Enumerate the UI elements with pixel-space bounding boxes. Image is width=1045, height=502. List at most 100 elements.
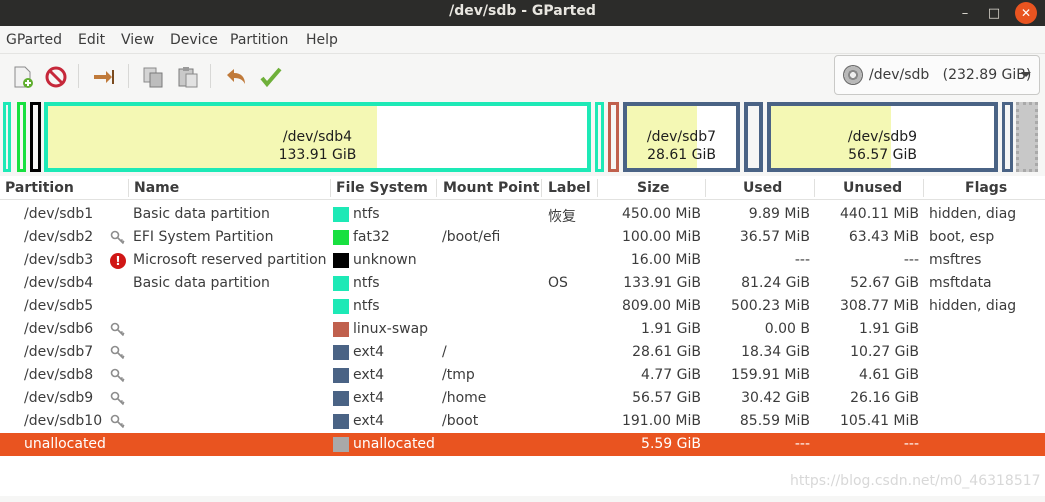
cell-unused: 308.77 MiB: [839, 298, 919, 314]
cell-unused: 26.16 GiB: [850, 390, 919, 406]
copy-icon[interactable]: [140, 64, 166, 90]
harddisk-icon: [843, 65, 863, 85]
toolbar-separator: [128, 64, 129, 88]
diskmap-sdb2[interactable]: [17, 102, 26, 172]
table-row[interactable]: /dev/sdb6 linux-swap 1.91 GiB 0.00 B 1.91 Gi…: [0, 318, 1045, 341]
close-button[interactable]: ✕: [1015, 2, 1037, 24]
filesystem-color-swatch: [333, 299, 349, 314]
key-icon: [110, 368, 125, 383]
cell-size: 100.00 MiB: [621, 229, 701, 245]
cell-partition: /dev/sdb2: [24, 229, 94, 245]
cell-used: 30.42 GiB: [741, 390, 810, 406]
column-label[interactable]: Label: [548, 180, 591, 196]
device-label: /dev/sdb (232.89 GiB): [869, 67, 1032, 83]
cell-flags: hidden, diag: [929, 206, 1017, 222]
column-divider: [814, 179, 815, 197]
cell-size: 16.00 MiB: [630, 252, 701, 268]
device-selector[interactable]: /dev/sdb (232.89 GiB): [834, 55, 1040, 95]
cell-used: 18.34 GiB: [741, 344, 810, 360]
column-name[interactable]: Name: [134, 180, 179, 196]
column-mountpoint[interactable]: Mount Point: [443, 180, 539, 196]
diskmap-sdb6[interactable]: [608, 102, 619, 172]
key-icon: [110, 322, 125, 337]
cell-unused: 63.43 MiB: [848, 229, 919, 245]
filesystem-color-swatch: [333, 230, 349, 245]
window-title: /dev/sdb - GParted: [449, 3, 596, 19]
delete-icon[interactable]: [43, 64, 69, 90]
toolbar-separator: [78, 64, 79, 88]
column-flags[interactable]: Flags: [965, 180, 1007, 196]
filesystem-color-swatch: [333, 322, 349, 337]
table-row[interactable]: /dev/sdb1 Basic data partition ntfs 恢复 450.0…: [0, 203, 1045, 226]
cell-name: Basic data partition: [133, 206, 270, 222]
diskmap-sdb10[interactable]: [1002, 102, 1013, 172]
diskmap-sdb9-label: /dev/sdb9 56.57 GiB: [847, 129, 918, 163]
menu-view[interactable]: View: [121, 32, 154, 48]
diskmap-sdb7[interactable]: /dev/sdb7 28.61 GiB: [623, 102, 740, 172]
cell-size: 28.61 GiB: [632, 344, 701, 360]
table-row[interactable]: /dev/sdb10 ext4/boot 191.00 MiB 85.59 MiB 10…: [0, 410, 1045, 433]
column-unused[interactable]: Unused: [843, 180, 902, 196]
table-header: Partition Name File System Mount Point L…: [0, 176, 1045, 200]
resize-move-icon[interactable]: [91, 64, 117, 90]
diskmap-sdb5[interactable]: [595, 102, 604, 172]
diskmap-unallocated[interactable]: [1016, 102, 1038, 172]
filesystem-color-swatch: [333, 368, 349, 383]
filesystem-color-swatch: [333, 345, 349, 360]
cell-partition: /dev/sdb4: [24, 275, 94, 291]
cell-mountpoint: /boot: [442, 413, 479, 429]
diskmap-sdb9[interactable]: /dev/sdb9 56.57 GiB: [767, 102, 998, 172]
chevron-down-icon: [1021, 72, 1031, 77]
key-icon: [110, 414, 125, 429]
cell-size: 4.77 GiB: [641, 367, 701, 383]
undo-icon[interactable]: [223, 64, 249, 90]
new-icon[interactable]: [10, 64, 36, 90]
cell-name: Basic data partition: [133, 275, 270, 291]
cell-name: EFI System Partition: [133, 229, 274, 245]
menu-gparted[interactable]: GParted: [6, 32, 62, 48]
diskmap-sdb4[interactable]: /dev/sdb4 133.91 GiB: [44, 102, 591, 172]
cell-label: OS: [548, 275, 568, 291]
cell-flags: boot, esp: [929, 229, 995, 245]
table-row[interactable]: unallocated unallocated 5.59 GiB --- ---: [0, 433, 1045, 456]
table-row[interactable]: /dev/sdb8 ext4/tmp 4.77 GiB 159.91 MiB 4.61 …: [0, 364, 1045, 387]
column-filesystem[interactable]: File System: [336, 180, 428, 196]
diskmap-sdb1[interactable]: [3, 102, 11, 172]
cell-unused: ---: [903, 436, 919, 452]
apply-icon[interactable]: [258, 64, 284, 90]
cell-size: 5.59 GiB: [641, 436, 701, 452]
cell-filesystem: ntfs: [353, 206, 380, 222]
column-used[interactable]: Used: [743, 180, 782, 196]
table-row[interactable]: /dev/sdb9 ext4/home 56.57 GiB 30.42 GiB 26.1…: [0, 387, 1045, 410]
column-divider: [541, 179, 542, 197]
cell-mountpoint: /home: [442, 390, 487, 406]
column-size[interactable]: Size: [637, 180, 670, 196]
cell-unused: 52.67 GiB: [850, 275, 919, 291]
menu-help[interactable]: Help: [306, 32, 338, 48]
paste-icon[interactable]: [175, 64, 201, 90]
cell-used: 159.91 MiB: [730, 367, 810, 383]
filesystem-color-swatch: [333, 253, 349, 268]
menu-edit[interactable]: Edit: [78, 32, 105, 48]
table-row[interactable]: /dev/sdb7 ext4 / 28.61 GiB 18.34 GiB 10.27 Gi…: [0, 341, 1045, 364]
minimize-button[interactable]: –: [954, 2, 976, 24]
diskmap-sdb8[interactable]: [744, 102, 763, 172]
table-row[interactable]: /dev/sdb4 Basic data partition ntfs OS 133.9…: [0, 272, 1045, 295]
table-row[interactable]: /dev/sdb3! Microsoft reserved partition un…: [0, 249, 1045, 272]
cell-filesystem: ext4: [353, 413, 385, 429]
menu-device[interactable]: Device: [170, 32, 218, 48]
cell-filesystem: unknown: [353, 252, 417, 268]
menu-bar: GParted Edit View Device Partition Help: [0, 26, 1045, 54]
disk-map: /dev/sdb4 133.91 GiB /dev/sdb7 28.61 GiB…: [0, 98, 1045, 176]
table-row[interactable]: /dev/sdb5 ntfs 809.00 MiB 500.23 MiB 308.77 …: [0, 295, 1045, 318]
menu-partition[interactable]: Partition: [230, 32, 288, 48]
table-row[interactable]: /dev/sdb2 EFI System Partition fat32/boot/…: [0, 226, 1045, 249]
key-icon: [110, 391, 125, 406]
column-partition[interactable]: Partition: [5, 180, 74, 196]
cell-used: ---: [794, 252, 810, 268]
diskmap-sdb3[interactable]: [30, 102, 41, 172]
watermark: https://blog.csdn.net/m0_46318517: [790, 473, 1041, 489]
maximize-button[interactable]: □: [983, 2, 1005, 24]
cell-filesystem: ext4: [353, 390, 385, 406]
toolbar-separator: [210, 64, 211, 88]
